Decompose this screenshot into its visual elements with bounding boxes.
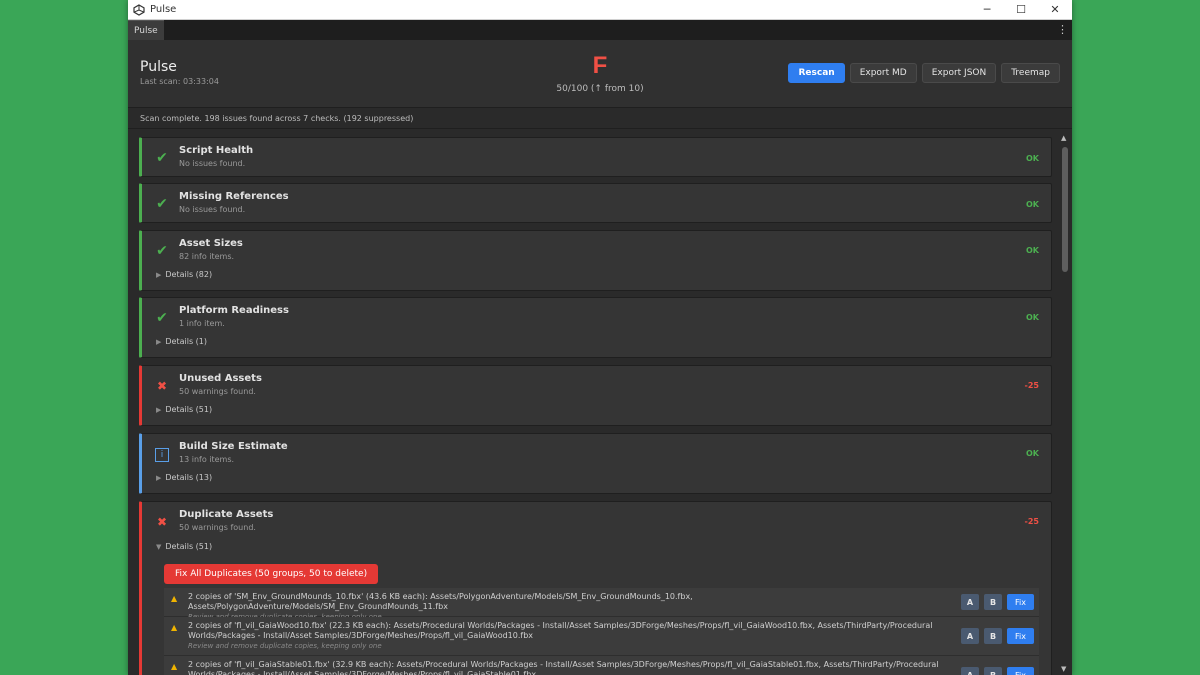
check-build-size-estimate: i Build Size Estimate 13 info items. OK … — [139, 433, 1052, 494]
scroll-thumb[interactable] — [1062, 147, 1068, 272]
fix-button[interactable]: Fix — [1007, 594, 1034, 610]
rescan-button[interactable]: Rescan — [788, 63, 845, 83]
scan-status: Scan complete. 198 issues found across 7… — [128, 108, 1072, 129]
check-script-health: ✔ Script Health No issues found. OK — [139, 137, 1052, 177]
details-label: Details (13) — [165, 473, 213, 482]
keep-a-button[interactable]: A — [961, 594, 979, 610]
export-md-button[interactable]: Export MD — [849, 63, 917, 83]
check-duplicate-assets: ✖ Duplicate Assets 50 warnings found. -2… — [139, 501, 1052, 675]
check-status: OK — [1026, 313, 1039, 322]
unity-logo-icon — [133, 3, 145, 16]
checkmark-icon: ✔ — [156, 150, 168, 166]
check-status: -25 — [1024, 381, 1039, 390]
keep-b-button[interactable]: B — [984, 594, 1002, 610]
checkmark-icon: ✔ — [156, 243, 168, 259]
export-json-button[interactable]: Export JSON — [921, 63, 997, 83]
triangle-right-icon: ▶ — [156, 405, 162, 414]
check-status: OK — [1026, 246, 1039, 255]
details-label: Details (51) — [165, 542, 213, 551]
window-title: Pulse — [150, 4, 177, 15]
details-label: Details (82) — [165, 270, 213, 279]
fix-all-duplicates-button[interactable]: Fix All Duplicates (50 groups, 50 to del… — [164, 564, 379, 584]
duplicate-list: ▲ 2 copies of 'SM_Env_GroundMounds_10.fb… — [164, 588, 1039, 675]
checkmark-icon: ✔ — [156, 196, 168, 212]
details-toggle[interactable]: ▶ Details (82) — [156, 270, 212, 279]
triangle-right-icon: ▶ — [156, 473, 162, 482]
checks-list: ✔ Script Health No issues found. OK ✔ Mi… — [128, 130, 1058, 675]
details-label: Details (51) — [165, 405, 213, 414]
close-button[interactable]: ✕ — [1038, 0, 1072, 19]
minimize-button[interactable]: ─ — [970, 0, 1004, 19]
check-title: Missing References — [179, 191, 289, 202]
check-summary: 50 warnings found. — [179, 523, 256, 532]
triangle-right-icon: ▶ — [156, 337, 162, 346]
title-bar: Pulse ─ ☐ ✕ — [128, 0, 1072, 20]
list-item: ▲ 2 copies of 'fl_vil_GaiaWood10.fbx' (2… — [164, 617, 1039, 656]
keep-b-button[interactable]: B — [984, 628, 1002, 644]
warning-icon: ▲ — [171, 623, 178, 632]
duplicate-description: 2 copies of 'SM_Env_GroundMounds_10.fbx'… — [188, 592, 693, 611]
check-title: Asset Sizes — [179, 238, 243, 249]
check-title: Duplicate Assets — [179, 509, 274, 520]
list-item: ▲ 2 copies of 'fl_vil_GaiaStable01.fbx' … — [164, 656, 1039, 675]
treemap-button[interactable]: Treemap — [1001, 63, 1060, 83]
duplicate-description: 2 copies of 'fl_vil_GaiaWood10.fbx' (22.… — [188, 621, 933, 640]
check-missing-references: ✔ Missing References No issues found. OK — [139, 183, 1052, 223]
check-status: -25 — [1024, 517, 1039, 526]
fix-button[interactable]: Fix — [1007, 667, 1034, 675]
check-platform-readiness: ✔ Platform Readiness 1 info item. OK ▶ D… — [139, 297, 1052, 358]
tab-pulse[interactable]: Pulse — [128, 20, 164, 40]
details-toggle[interactable]: ▶ Details (51) — [156, 405, 212, 414]
details-toggle[interactable]: ▶ Details (13) — [156, 473, 212, 482]
check-summary: No issues found. — [179, 205, 246, 214]
check-title: Platform Readiness — [179, 305, 289, 316]
warning-icon: ▲ — [171, 594, 178, 603]
duplicate-hint: Review and remove duplicate copies, keep… — [188, 642, 382, 650]
check-summary: 82 info items. — [179, 252, 235, 261]
check-summary: 13 info items. — [179, 455, 235, 464]
pulse-window: Pulse ─ ☐ ✕ Pulse ⋮ Pulse Last scan: 03:… — [128, 0, 1072, 675]
vertical-scrollbar[interactable]: ▲ ▼ — [1058, 130, 1072, 675]
check-summary: 50 warnings found. — [179, 387, 256, 396]
check-summary: 1 info item. — [179, 319, 225, 328]
maximize-button[interactable]: ☐ — [1004, 0, 1038, 19]
check-title: Script Health — [179, 145, 254, 156]
checkmark-icon: ✔ — [156, 310, 168, 326]
check-asset-sizes: ✔ Asset Sizes 82 info items. OK ▶ Detail… — [139, 230, 1052, 291]
check-title: Build Size Estimate — [179, 441, 288, 452]
details-toggle[interactable]: ▼ Details (51) — [156, 542, 212, 551]
info-icon: i — [155, 448, 169, 462]
details-toggle[interactable]: ▶ Details (1) — [156, 337, 207, 346]
list-item: ▲ 2 copies of 'SM_Env_GroundMounds_10.fb… — [164, 588, 1039, 621]
scroll-down-icon[interactable]: ▼ — [1061, 665, 1066, 673]
triangle-right-icon: ▶ — [156, 270, 162, 279]
check-title: Unused Assets — [179, 373, 262, 384]
keep-a-button[interactable]: A — [961, 628, 979, 644]
keep-a-button[interactable]: A — [961, 667, 979, 675]
check-status: OK — [1026, 154, 1039, 163]
tab-bar: Pulse ⋮ — [128, 20, 1072, 40]
warning-icon: ▲ — [171, 662, 178, 671]
cross-icon: ✖ — [156, 379, 168, 393]
duplicate-description: 2 copies of 'fl_vil_GaiaStable01.fbx' (3… — [188, 660, 939, 675]
score-text: 50/100 (↑ from 10) — [556, 84, 644, 94]
check-unused-assets: ✖ Unused Assets 50 warnings found. -25 ▶… — [139, 365, 1052, 426]
scroll-up-icon[interactable]: ▲ — [1061, 134, 1066, 142]
check-summary: No issues found. — [179, 159, 246, 168]
keep-b-button[interactable]: B — [984, 667, 1002, 675]
check-status: OK — [1026, 200, 1039, 209]
cross-icon: ✖ — [156, 515, 168, 529]
fix-button[interactable]: Fix — [1007, 628, 1034, 644]
header: Pulse Last scan: 03:33:04 F 50/100 (↑ fr… — [128, 40, 1072, 108]
more-options-icon[interactable]: ⋮ — [1057, 23, 1068, 36]
check-status: OK — [1026, 449, 1039, 458]
triangle-down-icon: ▼ — [156, 542, 162, 551]
details-label: Details (1) — [165, 337, 207, 346]
